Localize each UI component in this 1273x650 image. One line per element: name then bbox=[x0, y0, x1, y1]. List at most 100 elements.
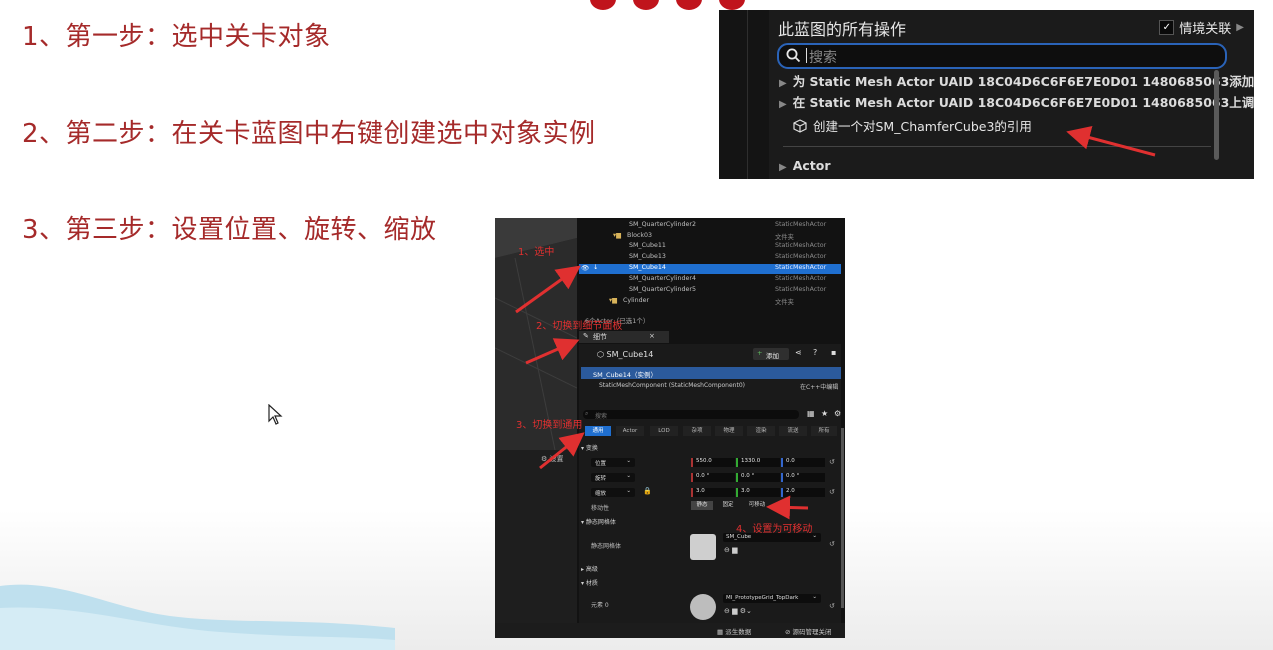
location-x-field[interactable]: 550.0 bbox=[691, 458, 735, 467]
action-row-add[interactable]: ▶ 为 Static Mesh Actor UAID 18C04D6C6F6E7E… bbox=[779, 71, 1254, 90]
static-mesh-component-row[interactable]: StaticMeshComponent (StaticMeshComponent… bbox=[599, 382, 745, 389]
reset-icon[interactable]: ↺ bbox=[829, 488, 835, 496]
close-icon[interactable]: × bbox=[649, 332, 655, 340]
mobility-stationary-button[interactable]: 固定 bbox=[717, 501, 739, 510]
eye-icon[interactable]: 👁 bbox=[581, 264, 589, 272]
row-name: Cylinder bbox=[623, 297, 650, 304]
rotation-dropdown[interactable]: 旋转 ⌄ bbox=[591, 473, 635, 482]
expand-arrow-icon[interactable]: ▶ bbox=[779, 99, 787, 110]
tab-lod[interactable]: LOD bbox=[650, 426, 678, 436]
section-label: 静态网格体 bbox=[585, 519, 616, 526]
scale-z-field[interactable]: 2.0 bbox=[781, 488, 825, 497]
rotation-x-field[interactable]: 0.0 ° bbox=[691, 473, 735, 482]
rotation-z-field[interactable]: 0.0 ° bbox=[781, 473, 825, 482]
expand-arrow-icon[interactable]: ▶ bbox=[779, 162, 787, 173]
table-view-icon[interactable]: ▦ bbox=[807, 409, 815, 418]
checkbox-checked-icon[interactable]: ✓ bbox=[1159, 20, 1175, 35]
field-value: 1330.0 bbox=[741, 458, 761, 464]
mobility-movable-button[interactable]: 可移动 bbox=[743, 501, 771, 510]
annotation-4: 4、设置为可移动 bbox=[736, 524, 813, 535]
lock-icon[interactable]: 🔒 bbox=[643, 487, 652, 495]
derived-data-button[interactable]: ▦ 派生数据 bbox=[717, 626, 751, 636]
outliner-row[interactable]: SM_QuarterCylinder2 StaticMeshActor bbox=[579, 221, 841, 231]
browse-icon[interactable]: ⊖ ▆ ⚙⌄ bbox=[724, 607, 752, 615]
search-placeholder: 搜索 bbox=[595, 413, 608, 420]
tab-physics[interactable]: 物理 bbox=[715, 426, 743, 436]
details-search-input[interactable]: ⌕ 搜索 bbox=[583, 410, 799, 420]
tab-details[interactable]: ✎ 细节 × bbox=[579, 331, 669, 343]
plus-icon: + bbox=[757, 349, 763, 357]
outliner-row[interactable]: SM_Cube13 StaticMeshActor bbox=[579, 253, 841, 263]
category-label: Actor bbox=[792, 158, 831, 173]
decorative-water-shape bbox=[0, 584, 395, 650]
material-dropdown[interactable]: MI_PrototypeGrid_TopDark ⌄ bbox=[723, 594, 821, 603]
tab-rendering[interactable]: 渲染 bbox=[747, 426, 775, 436]
material-thumbnail[interactable] bbox=[690, 594, 716, 620]
source-control-button[interactable]: ⊘ 源码管理关闭 bbox=[785, 626, 832, 636]
reset-icon[interactable]: ↺ bbox=[829, 602, 835, 610]
row-name: SM_QuarterCylinder5 bbox=[629, 286, 696, 293]
materials-section[interactable]: ▾ 材质 bbox=[581, 578, 598, 587]
settings-button[interactable]: ⚙ 设置 bbox=[541, 454, 564, 464]
field-value: 0.0 ° bbox=[786, 473, 800, 479]
reset-icon[interactable]: ↺ bbox=[829, 540, 835, 548]
location-dropdown[interactable]: 位置 ⌄ bbox=[591, 458, 635, 467]
outliner-row-selected[interactable]: 👁 ↓ SM_Cube14 StaticMeshActor bbox=[579, 264, 841, 274]
location-y-field[interactable]: 1330.0 bbox=[736, 458, 780, 467]
field-value: 2.0 bbox=[786, 488, 795, 494]
folder-icon: ▾▆ bbox=[613, 232, 622, 239]
rotation-y-field[interactable]: 0.0 ° bbox=[736, 473, 780, 482]
help-icon[interactable]: ? bbox=[813, 348, 817, 357]
outliner-folder-row[interactable]: ▾▆ Block03 文件夹 bbox=[579, 232, 841, 242]
scale-dropdown[interactable]: 缩放 ⌄ bbox=[591, 488, 635, 497]
add-component-button[interactable]: + 添加 bbox=[753, 348, 789, 360]
mobility-static-button[interactable]: 静态 bbox=[691, 501, 713, 510]
tab-all[interactable]: 所有 bbox=[811, 426, 837, 436]
field-value: 0.0 ° bbox=[741, 473, 755, 479]
tab-streaming[interactable]: 流送 bbox=[779, 426, 807, 436]
add-label: 添加 bbox=[766, 352, 779, 360]
outliner-row[interactable]: SM_Cube11 StaticMeshActor bbox=[579, 242, 841, 252]
mesh-thumbnail[interactable] bbox=[690, 534, 716, 560]
object-name-label: SM_Cube14 bbox=[606, 350, 654, 359]
reset-icon[interactable]: ↺ bbox=[829, 458, 835, 466]
action-search-input[interactable]: 搜索 bbox=[777, 43, 1227, 69]
instance-component-row[interactable]: SM_Cube14（实例） bbox=[581, 367, 841, 379]
scale-y-field[interactable]: 3.0 bbox=[736, 488, 780, 497]
outliner-folder-row[interactable]: ▾▆ Cylinder 文件夹 bbox=[579, 297, 841, 307]
transform-section[interactable]: ▾ 变换 bbox=[581, 443, 598, 452]
row-type: StaticMeshActor bbox=[775, 286, 827, 293]
pin-icon[interactable]: ↓ bbox=[593, 264, 598, 271]
chevron-right-icon: ▶ bbox=[1236, 22, 1244, 33]
advanced-section[interactable]: ▸ 高级 bbox=[581, 564, 598, 573]
element-0-label: 元素 0 bbox=[591, 602, 609, 609]
blueprint-icon[interactable]: ⋖ bbox=[795, 348, 802, 357]
dropdown-label: 缩放 bbox=[595, 491, 607, 497]
section-label: 材质 bbox=[585, 580, 598, 587]
tab-misc[interactable]: 杂项 bbox=[683, 426, 711, 436]
location-z-field[interactable]: 0.0 bbox=[781, 458, 825, 467]
edit-in-cpp-link[interactable]: 在C++中编辑 bbox=[800, 382, 838, 391]
star-icon[interactable]: ★ bbox=[821, 409, 828, 418]
action-row-call[interactable]: ▶ 在 Static Mesh Actor UAID 18C04D6C6F6E7E… bbox=[779, 92, 1254, 111]
field-value: 0.0 bbox=[786, 458, 795, 464]
create-reference-action[interactable]: 创建一个对SM_ChamferCube3的引用 bbox=[793, 116, 1032, 135]
tab-actor[interactable]: Actor bbox=[616, 426, 644, 436]
status-bar: ▦ 派生数据 ⊘ 源码管理关闭 bbox=[495, 623, 845, 638]
scrollbar[interactable] bbox=[841, 428, 844, 608]
outliner-row[interactable]: SM_QuarterCylinder5 StaticMeshActor bbox=[579, 286, 841, 296]
scale-x-field[interactable]: 3.0 bbox=[691, 488, 735, 497]
gear-icon[interactable]: ⚙ bbox=[834, 409, 841, 418]
scrollbar[interactable] bbox=[1214, 70, 1219, 160]
category-actor[interactable]: ▶ Actor bbox=[779, 158, 831, 173]
tab-general[interactable]: 通用 bbox=[585, 426, 611, 436]
expand-arrow-icon[interactable]: ▶ bbox=[779, 78, 787, 89]
context-sensitive-toggle[interactable]: ✓ 情境关联 ▶ bbox=[1159, 18, 1244, 37]
object-name: ⬡ SM_Cube14 bbox=[597, 350, 653, 359]
static-mesh-section[interactable]: ▾ 静态网格体 bbox=[581, 517, 616, 526]
row-name: Block03 bbox=[627, 232, 653, 239]
row-type: StaticMeshActor bbox=[775, 275, 827, 282]
outliner-row[interactable]: SM_QuarterCylinder4 StaticMeshActor bbox=[579, 275, 841, 285]
lock-icon[interactable]: ▪ bbox=[831, 348, 836, 357]
browse-icon[interactable]: ⊖ ▆ bbox=[724, 546, 737, 554]
